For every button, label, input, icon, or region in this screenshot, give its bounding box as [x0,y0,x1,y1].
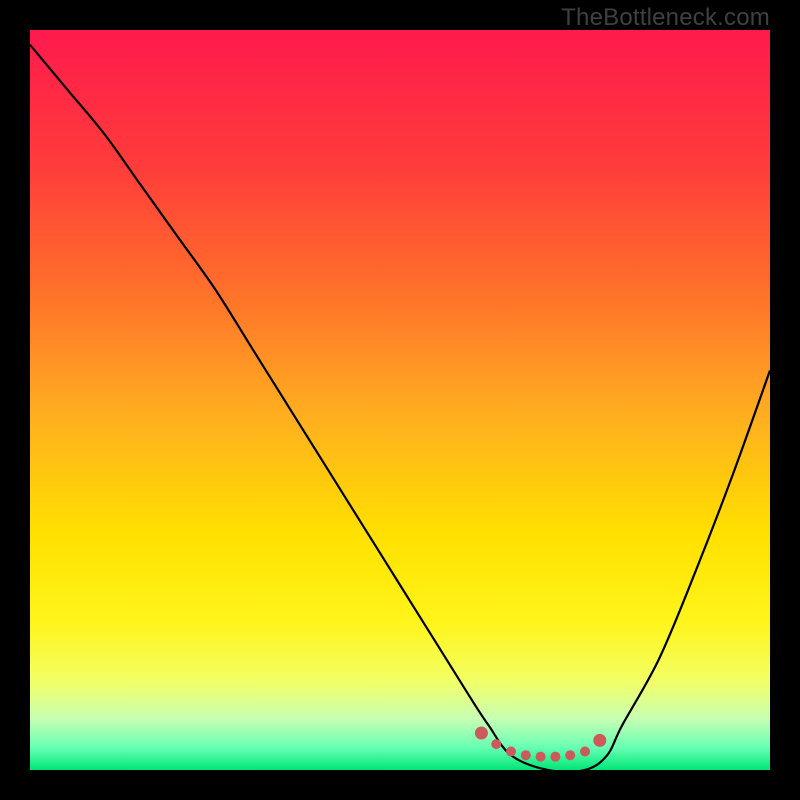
optimal-marker [593,734,606,747]
optimal-marker [536,752,546,762]
optimal-marker [580,747,590,757]
optimal-marker [565,750,575,760]
curve-path [30,45,770,770]
bottleneck-curve [30,30,770,770]
optimal-marker [475,727,488,740]
plot-area [30,30,770,770]
chart-frame: TheBottleneck.com [0,0,800,800]
optimal-marker [550,752,560,762]
optimal-marker [521,750,531,760]
optimal-range-markers [475,727,606,762]
optimal-marker [506,747,516,757]
watermark-text: TheBottleneck.com [561,4,770,32]
optimal-marker [491,739,501,749]
